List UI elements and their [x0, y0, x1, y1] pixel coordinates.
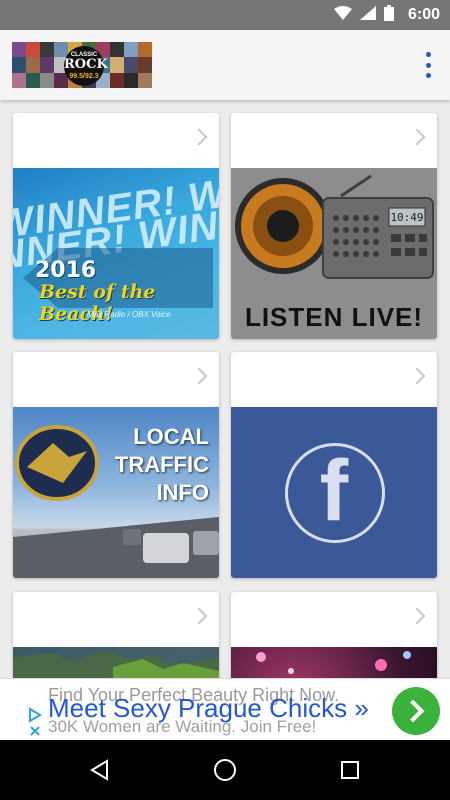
chevron-right-icon [408, 128, 426, 146]
cellular-icon [359, 5, 376, 25]
tile-header [231, 352, 437, 407]
tile-header [231, 592, 437, 647]
home-icon[interactable] [211, 756, 239, 784]
tile-image-facebook: f [231, 407, 437, 578]
radio-speaker-icon: 10:49 [235, 174, 434, 279]
traffic-line2: TRAFFIC [114, 452, 209, 477]
listen-live-caption: LISTEN LIVE! [244, 302, 424, 332]
battery-icon [383, 4, 394, 26]
tile-header [231, 113, 437, 168]
clock-time: 6:00 [407, 6, 440, 23]
recents-icon[interactable] [336, 756, 364, 784]
ad-go-button[interactable] [392, 687, 440, 735]
tile-local-traffic[interactable]: LOCAL TRAFFIC INFO [13, 352, 219, 578]
logo-badge: CLASSIC ROCK 99.5/92.3 [64, 46, 108, 86]
ad-headline-link[interactable]: Meet Sexy Prague Chicks » [48, 693, 369, 724]
chevron-right-icon [190, 607, 208, 625]
tile-header [13, 352, 219, 407]
facebook-icon: f [319, 443, 349, 539]
tile-image-listen-live: 10:49 LISTEN LIVE! [231, 168, 437, 339]
tile-image-concerts [231, 647, 437, 678]
wifi-icon [333, 5, 352, 25]
traffic-line1: LOCAL [133, 424, 209, 449]
tile-weather-map[interactable] [13, 592, 219, 678]
ad-banner[interactable]: Find Your Perfect Beauty Right Now. 30K … [0, 678, 450, 741]
tile-image-weather-map [13, 647, 219, 678]
tile-header [13, 113, 219, 168]
tile-image-best-of-beach: WINNER! WINNER! WINNER! WINNER! WINNER! … [13, 168, 219, 339]
chevron-right-icon [401, 699, 425, 723]
logo-line3: 99.5/92.3 [69, 72, 99, 80]
tile-facebook[interactable]: f [231, 352, 437, 578]
award-subtitle: Max Radio / OBX Voice [87, 310, 171, 319]
tile-header [13, 592, 219, 647]
traffic-line3: INFO [156, 480, 209, 505]
station-logo[interactable]: CLASSIC ROCK 99.5/92.3 [12, 42, 152, 88]
logo-line2: ROCK [64, 57, 108, 73]
svg-text:10:49: 10:49 [390, 211, 423, 224]
chevron-right-icon [190, 128, 208, 146]
tile-listen-live[interactable]: 10:49 LISTEN LIVE! [231, 113, 437, 339]
system-nav-bar [0, 740, 450, 800]
weather-radar [13, 651, 219, 678]
tile-image-local-traffic: LOCAL TRAFFIC INFO [13, 407, 219, 578]
app-bar: CLASSIC ROCK 99.5/92.3 [0, 30, 450, 100]
back-icon[interactable] [86, 756, 114, 784]
more-vertical-icon[interactable] [420, 52, 436, 78]
tile-concerts[interactable] [231, 592, 437, 678]
award-year: 2016 [35, 258, 97, 283]
tile-best-of-beach[interactable]: WINNER! WINNER! WINNER! WINNER! WINNER! … [13, 113, 219, 339]
chevron-right-icon [190, 367, 208, 385]
status-bar: 6:00 [0, 0, 450, 30]
traffic-text: LOCAL TRAFFIC INFO [115, 423, 209, 507]
chevron-right-icon [408, 367, 426, 385]
tile-grid: WINNER! WINNER! WINNER! WINNER! WINNER! … [0, 100, 450, 678]
ad-choices-icon[interactable] [28, 707, 42, 739]
stage-lights [256, 651, 411, 674]
chevron-right-icon [408, 607, 426, 625]
